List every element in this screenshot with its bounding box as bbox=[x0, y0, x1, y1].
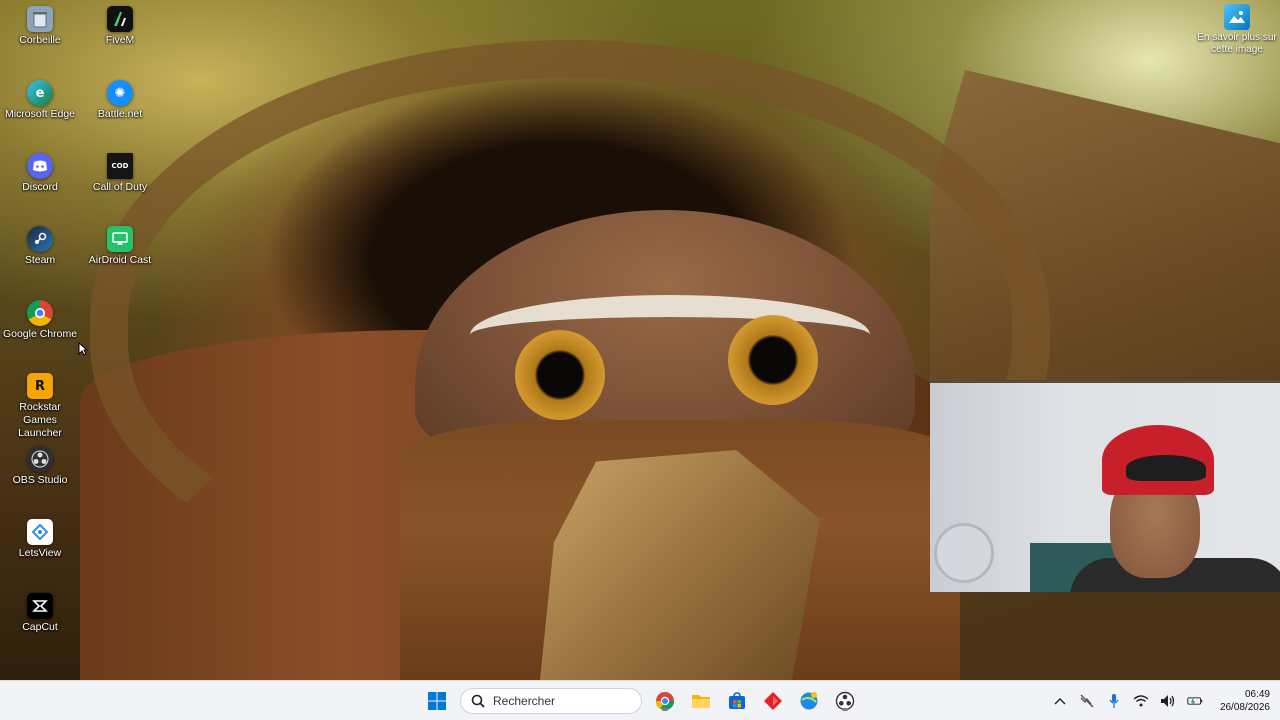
desktop-icon-discord[interactable]: Discord bbox=[1, 153, 79, 194]
desktop-icon-steam[interactable]: Steam bbox=[1, 226, 79, 267]
desktop-icon-battlenet[interactable]: ✺ Battle.net bbox=[81, 80, 159, 121]
red-diamond-app-icon bbox=[764, 692, 782, 710]
learn-about-image-label: En savoir plus sur cette image bbox=[1197, 32, 1277, 55]
taskbar-center bbox=[424, 681, 858, 720]
fivem-icon bbox=[107, 6, 133, 32]
desktop-icon-label: Discord bbox=[22, 181, 58, 193]
taskbar-app-store[interactable] bbox=[724, 688, 750, 714]
desktop-icon-label: Steam bbox=[24, 254, 56, 266]
folder-icon bbox=[692, 695, 710, 708]
desktop-icon-label: Google Chrome bbox=[2, 328, 78, 340]
search-input[interactable] bbox=[493, 694, 633, 708]
desktop-icon-rockstar[interactable]: R Rockstar Games Launcher bbox=[1, 373, 79, 440]
microphone-icon[interactable] bbox=[1106, 693, 1122, 709]
airdroid-cast-icon bbox=[107, 226, 133, 252]
rockstar-icon: R bbox=[27, 373, 53, 399]
search-icon bbox=[471, 694, 485, 708]
taskbar-clock[interactable]: 06:49 26/08/2026 bbox=[1220, 688, 1270, 714]
taskbar: 06:49 26/08/2026 bbox=[0, 680, 1280, 720]
obs-icon bbox=[27, 446, 53, 472]
start-button[interactable] bbox=[424, 688, 450, 714]
chrome-icon bbox=[27, 300, 53, 326]
clock-date: 26/08/2026 bbox=[1219, 702, 1270, 713]
desktop-icon-chrome[interactable]: Google Chrome bbox=[1, 300, 79, 341]
capcut-icon bbox=[27, 593, 53, 619]
call-of-duty-icon: COD bbox=[107, 153, 133, 179]
desktop-icon-label: OBS Studio bbox=[12, 474, 68, 486]
desktop-icon-capcut[interactable]: CapCut bbox=[1, 593, 79, 634]
webcam-overlay bbox=[930, 380, 1280, 592]
desktop-icon-label: Corbeille bbox=[19, 34, 61, 46]
clock-time: 06:49 bbox=[1244, 689, 1270, 700]
windows-start-icon bbox=[428, 692, 446, 710]
taskbar-app-browser[interactable] bbox=[796, 688, 822, 714]
desktop-icon-label: CapCut bbox=[22, 621, 58, 633]
wallpaper-owl-eye-left bbox=[515, 330, 605, 420]
taskbar-app-chrome[interactable] bbox=[652, 688, 678, 714]
desktop-icon-recycle-bin[interactable]: Corbeille bbox=[1, 6, 79, 47]
desktop-icon-call-of-duty[interactable]: COD Call of Duty bbox=[81, 153, 159, 194]
desktop-icon-fivem[interactable]: FiveM bbox=[81, 6, 159, 47]
desktop-icon-letsview[interactable]: LetsView bbox=[1, 519, 79, 560]
battlenet-icon: ✺ bbox=[107, 80, 133, 106]
wallpaper-owl-eye-right bbox=[728, 315, 818, 405]
learn-about-image[interactable]: En savoir plus sur cette image bbox=[1194, 4, 1280, 56]
desktop-icon-label: AirDroid Cast bbox=[88, 254, 152, 266]
letsview-icon bbox=[27, 519, 53, 545]
taskbar-app-obs[interactable] bbox=[832, 688, 858, 714]
desktop-icon-label: Rockstar Games Launcher bbox=[18, 401, 62, 439]
desktop-icon-label: FiveM bbox=[105, 34, 135, 46]
desktop-icon-label: LetsView bbox=[18, 547, 62, 559]
volume-icon[interactable] bbox=[1160, 693, 1176, 709]
steam-icon bbox=[27, 226, 53, 252]
wifi-icon[interactable] bbox=[1133, 693, 1149, 709]
learn-about-image-icon bbox=[1224, 4, 1250, 30]
taskbar-app-red[interactable] bbox=[760, 688, 786, 714]
desktop-icon-edge[interactable]: e Microsoft Edge bbox=[1, 80, 79, 121]
discord-icon bbox=[27, 153, 53, 179]
system-tray: 06:49 26/08/2026 bbox=[1052, 681, 1270, 720]
webcam-fan bbox=[934, 523, 994, 583]
globe-app-icon bbox=[800, 692, 818, 710]
chevron-up-icon[interactable] bbox=[1052, 693, 1068, 709]
taskbar-search[interactable] bbox=[460, 688, 642, 714]
obs-icon bbox=[835, 691, 855, 711]
desktop-icon-label: Call of Duty bbox=[92, 181, 148, 193]
mouse-cursor-icon bbox=[78, 342, 88, 356]
edge-icon: e bbox=[27, 80, 53, 106]
webcam-person-cap-brim bbox=[1126, 455, 1206, 481]
taskbar-app-file-explorer[interactable] bbox=[688, 688, 714, 714]
desktop-icon-obs[interactable]: OBS Studio bbox=[1, 446, 79, 487]
recycle-bin-icon bbox=[27, 6, 53, 32]
battery-icon[interactable] bbox=[1187, 693, 1203, 709]
store-icon bbox=[729, 692, 745, 709]
network-off-icon[interactable] bbox=[1079, 693, 1095, 709]
desktop-icon-label: Battle.net bbox=[97, 108, 143, 120]
desktop-icon-label: Microsoft Edge bbox=[4, 108, 76, 120]
desktop-icon-airdroid-cast[interactable]: AirDroid Cast bbox=[81, 226, 159, 267]
chrome-icon bbox=[656, 692, 674, 711]
